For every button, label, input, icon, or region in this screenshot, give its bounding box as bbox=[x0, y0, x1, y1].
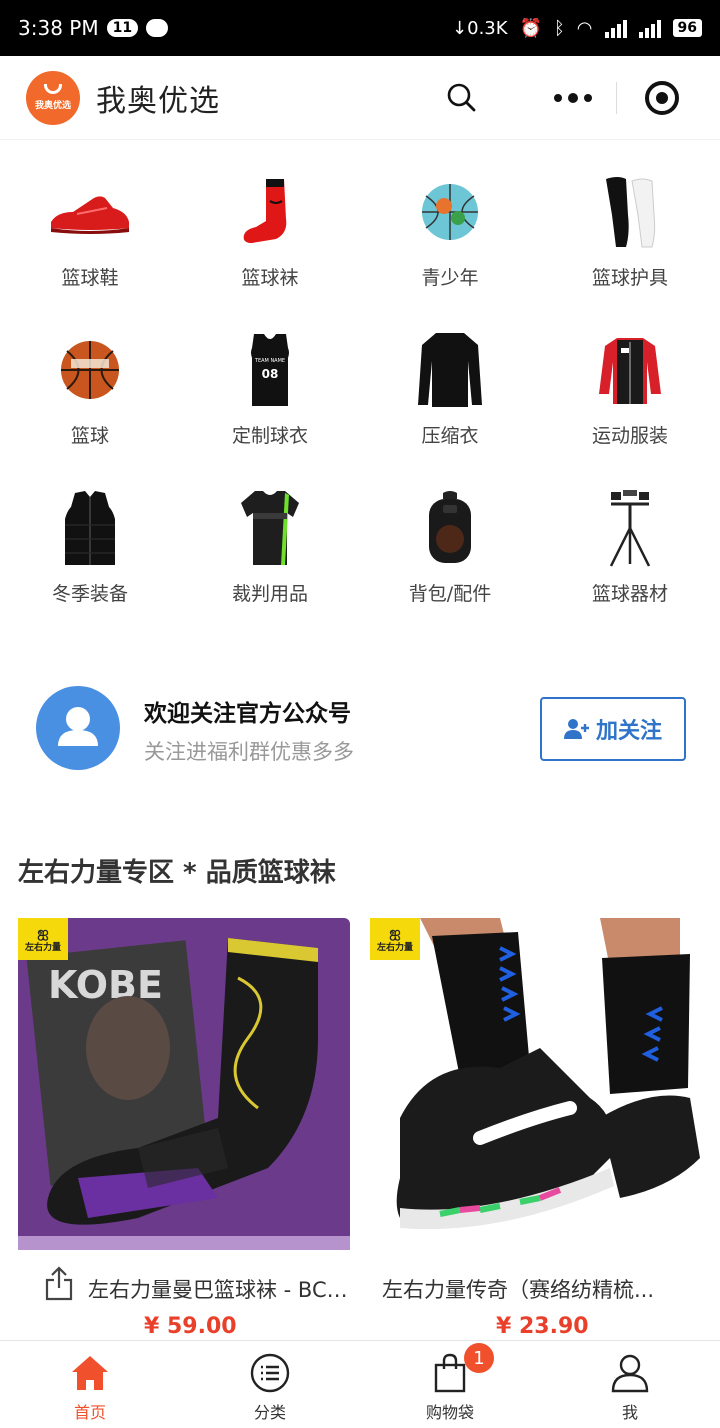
follow-button[interactable]: 加关注 bbox=[540, 697, 686, 761]
tab-label: 首页 bbox=[73, 1403, 106, 1422]
chat-icon bbox=[146, 19, 169, 37]
follow-official-account: 欢迎关注官方公众号 关注进福利群优惠多多 加关注 bbox=[0, 680, 720, 780]
category-label: 裁判用品 bbox=[231, 583, 308, 605]
compression-shirt-icon bbox=[405, 328, 495, 411]
home-icon bbox=[70, 1353, 110, 1393]
brand-tag-label: 左右力量 bbox=[24, 942, 61, 953]
status-time: 3:38 PM bbox=[18, 16, 99, 40]
brand-tag: ஐ 左右力量 bbox=[370, 918, 420, 960]
product-name[interactable]: 左右力量曼巴篮球袜 - BCLS... bbox=[88, 1274, 350, 1304]
list-icon bbox=[250, 1353, 290, 1393]
category-item[interactable]: 篮球鞋 bbox=[0, 170, 180, 290]
category-label: 背包/配件 bbox=[408, 583, 492, 605]
cart-count-badge: 1 bbox=[464, 1343, 494, 1373]
category-item[interactable]: 08 TEAM NAME 定制球衣 bbox=[180, 328, 360, 448]
category-label: 运动服装 bbox=[591, 425, 668, 447]
category-label: 定制球衣 bbox=[231, 425, 308, 447]
category-grid: 篮球鞋 篮球袜 青少年 篮球护具 篮球 08 TEAM NAME 定制球衣 压缩… bbox=[0, 170, 720, 606]
product-price: ¥ 59.00 bbox=[144, 1314, 237, 1339]
tab-label: 分类 bbox=[253, 1403, 286, 1422]
avatar bbox=[36, 686, 120, 770]
brand-tag-label: 左右力量 bbox=[376, 942, 413, 953]
category-item[interactable]: 篮球袜 bbox=[180, 170, 360, 290]
follow-subtitle: 关注进福利群优惠多多 bbox=[144, 740, 354, 764]
brand-tag: ஐ 左右力量 bbox=[18, 918, 68, 960]
tab-label: 购物袋 bbox=[425, 1403, 474, 1422]
category-label: 篮球鞋 bbox=[61, 267, 119, 289]
status-right: ↓0.3K ⏰ ᛒ ◠ 96 bbox=[452, 18, 702, 39]
category-label: 篮球护具 bbox=[591, 267, 668, 289]
section-title: 左右力量专区 * 品质篮球袜 bbox=[18, 858, 336, 888]
logo-text: 我奥优选 bbox=[34, 101, 71, 111]
jacket-icon bbox=[585, 328, 675, 411]
app-title: 我奥优选 bbox=[96, 83, 220, 119]
category-label: 篮球器材 bbox=[591, 583, 668, 605]
signal-icon bbox=[604, 18, 627, 38]
user-icon bbox=[610, 1353, 650, 1393]
search-icon[interactable] bbox=[446, 82, 476, 112]
product-image[interactable] bbox=[370, 918, 702, 1250]
follow-title: 欢迎关注官方公众号 bbox=[144, 701, 351, 727]
category-item[interactable]: 压缩衣 bbox=[360, 328, 540, 448]
tab-shopping-bag[interactable]: 购物袋 1 bbox=[360, 1341, 540, 1428]
youth-basketball-icon bbox=[405, 170, 495, 253]
category-item[interactable]: 篮球器材 bbox=[540, 486, 720, 606]
leg-sleeves-icon bbox=[585, 170, 675, 253]
notification-badge: 11 bbox=[106, 19, 139, 37]
product-image[interactable]: KOBE bbox=[18, 918, 350, 1250]
category-label: 篮球袜 bbox=[241, 267, 299, 289]
category-item[interactable]: 运动服装 bbox=[540, 328, 720, 448]
mini-program-capsule bbox=[530, 70, 696, 126]
backpack-icon bbox=[405, 486, 495, 569]
status-bar: 3:38 PM 11 ↓0.3K ⏰ ᛒ ◠ 96 bbox=[0, 0, 720, 56]
tab-label: 我 bbox=[621, 1403, 638, 1422]
svg-text:KOBE: KOBE bbox=[48, 963, 163, 1007]
category-item[interactable]: 篮球 bbox=[0, 328, 180, 448]
vest-icon bbox=[45, 486, 135, 569]
red-basketball-shoe-icon bbox=[45, 170, 135, 253]
category-label: 冬季装备 bbox=[51, 583, 128, 605]
signal-icon-2 bbox=[638, 18, 661, 38]
tab-home[interactable]: 首页 bbox=[0, 1341, 180, 1428]
tripod-icon bbox=[585, 486, 675, 569]
basketball-icon bbox=[45, 328, 135, 411]
category-label: 青少年 bbox=[421, 267, 479, 289]
category-item[interactable]: 背包/配件 bbox=[360, 486, 540, 606]
product-price: ¥ 23.90 bbox=[496, 1314, 589, 1339]
status-left: 3:38 PM 11 bbox=[18, 16, 169, 40]
network-speed: ↓0.3K bbox=[452, 17, 508, 39]
product-name[interactable]: 左右力量传奇（赛络纺精梳... bbox=[382, 1274, 698, 1304]
tab-me[interactable]: 我 bbox=[540, 1341, 720, 1428]
red-sock-icon bbox=[225, 170, 315, 253]
category-item[interactable]: 青少年 bbox=[360, 170, 540, 290]
tab-category[interactable]: 分类 bbox=[180, 1341, 360, 1428]
wifi-icon: ◠ bbox=[576, 17, 593, 39]
jersey-icon: 08 TEAM NAME bbox=[225, 328, 315, 411]
brand-logo-icon: ஐ bbox=[389, 924, 401, 941]
app-page: 3:38 PM 11 ↓0.3K ⏰ ᛒ ◠ 96 我奥优选 我奥优选 篮球鞋 … bbox=[0, 0, 720, 1428]
logo-bag-icon bbox=[44, 84, 62, 94]
battery-icon: 96 bbox=[672, 19, 702, 37]
app-logo[interactable]: 我奥优选 bbox=[26, 70, 80, 125]
brand-logo-icon: ஐ bbox=[37, 924, 49, 941]
referee-shirt-icon bbox=[225, 486, 315, 569]
svg-text:TEAM NAME: TEAM NAME bbox=[254, 358, 285, 364]
alarm-icon: ⏰ bbox=[519, 17, 542, 39]
category-label: 篮球 bbox=[70, 425, 109, 447]
close-target-icon[interactable] bbox=[645, 81, 679, 115]
bluetooth-icon: ᛒ bbox=[553, 17, 565, 39]
user-avatar-icon bbox=[58, 707, 98, 746]
category-label: 压缩衣 bbox=[421, 425, 479, 447]
more-icon[interactable] bbox=[530, 93, 616, 103]
add-user-icon bbox=[563, 719, 589, 739]
share-icon[interactable] bbox=[44, 1266, 74, 1302]
category-item[interactable]: 冬季装备 bbox=[0, 486, 180, 606]
bottom-tab-bar: 首页 分类 购物袋 1 我 bbox=[0, 1340, 720, 1428]
category-item[interactable]: 裁判用品 bbox=[180, 486, 360, 606]
app-header: 我奥优选 我奥优选 bbox=[0, 56, 720, 140]
svg-text:08: 08 bbox=[262, 367, 279, 381]
follow-button-label: 加关注 bbox=[595, 719, 662, 744]
category-item[interactable]: 篮球护具 bbox=[540, 170, 720, 290]
capsule-divider bbox=[616, 82, 617, 114]
